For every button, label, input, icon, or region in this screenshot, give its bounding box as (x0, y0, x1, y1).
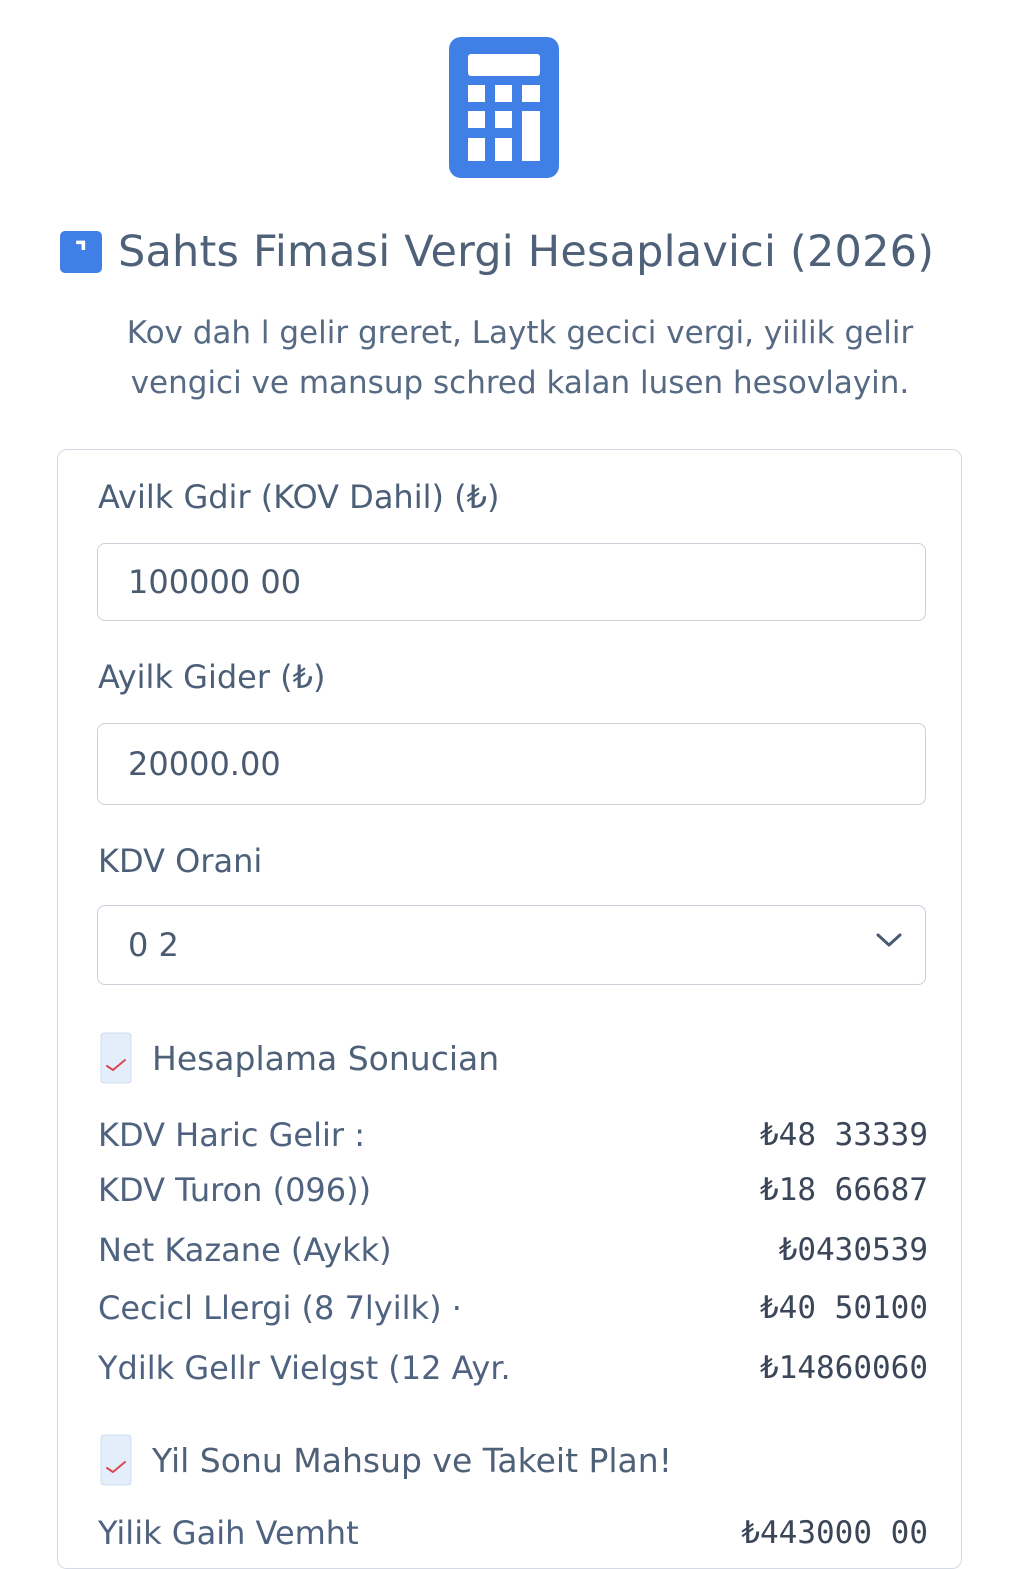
page-title: Sahts Fimasi Vergi Hesaplavici (2026) (118, 227, 935, 277)
subtitle-line-1: Kov dah l gelir greret, Laytk gecici ver… (126, 315, 914, 351)
result-value: ₺40 50100 (760, 1290, 928, 1326)
result-label: Cecicl Llergi (8 7lyilk) · (98, 1289, 462, 1327)
result-row: Net Kazane (Aykk) ₺0430539 (98, 1225, 928, 1275)
title-row: ⌝ Sahts Fimasi Vergi Hesaplavici (2026) (60, 222, 980, 282)
vat-rate-selected-value: 0 2 (128, 926, 179, 964)
vat-rate-select[interactable]: 0 2 (97, 905, 926, 985)
checkbox-check-icon (100, 1434, 132, 1486)
plan-row: Yilik Gaih Vemht ₺443000 00 (98, 1508, 928, 1558)
plan-row-label: Yilik Gaih Vemht (98, 1514, 359, 1552)
page-subtitle: Kov dah l gelir greret, Laytk gecici ver… (70, 308, 970, 408)
result-label: Ydilk Gellr Vielgst (12 Ayr. (98, 1349, 511, 1387)
calculator-card: Avilk Gdir (KOV Dahil) (₺) 100000 00 Ayi… (57, 449, 962, 1569)
result-label: KDV Turon (096)) (98, 1171, 372, 1209)
numbered-badge-icon: ⌝ (60, 231, 102, 273)
result-value: ₺14860060 (760, 1350, 928, 1386)
checkbox-check-icon (100, 1032, 132, 1084)
subtitle-line-2: vengici ve mansup schred kalan lusen hes… (130, 365, 910, 401)
result-label: KDV Haric Gelir : (98, 1116, 365, 1154)
calculator-icon (449, 37, 559, 178)
vat-rate-label: KDV Orani (98, 842, 263, 880)
income-label: Avilk Gdir (KOV Dahil) (₺) (98, 478, 500, 516)
result-value: ₺18 66687 (760, 1172, 928, 1208)
results-section-header: Hesaplama Sonucian (100, 1030, 499, 1086)
result-row: Ydilk Gellr Vielgst (12 Ayr. ₺14860060 (98, 1343, 928, 1393)
result-label: Net Kazane (Aykk) (98, 1231, 392, 1269)
chevron-down-icon (876, 933, 902, 947)
expense-label: Ayilk Gider (₺) (98, 658, 326, 696)
result-row: Cecicl Llergi (8 7lyilk) · ₺40 50100 (98, 1283, 928, 1333)
income-input[interactable]: 100000 00 (97, 543, 926, 621)
plan-row-value: ₺443000 00 (741, 1515, 928, 1551)
result-value: ₺48 33339 (760, 1117, 928, 1153)
expense-input[interactable]: 20000.00 (97, 723, 926, 805)
result-row: KDV Haric Gelir : ₺48 33339 (98, 1110, 928, 1160)
plan-section-header: Yil Sonu Mahsup ve Takeit Plan! (100, 1432, 672, 1488)
result-value: ₺0430539 (778, 1232, 928, 1268)
result-row: KDV Turon (096)) ₺18 66687 (98, 1165, 928, 1215)
results-section-title: Hesaplama Sonucian (152, 1038, 500, 1078)
plan-section-title: Yil Sonu Mahsup ve Takeit Plan! (152, 1440, 672, 1480)
